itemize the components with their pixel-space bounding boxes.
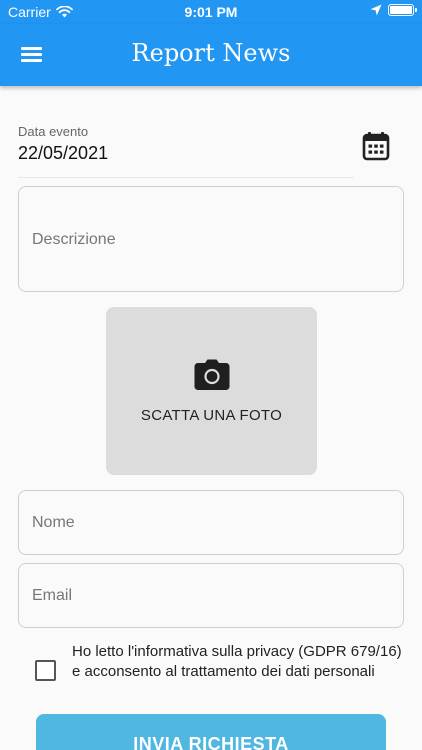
camera-icon [194, 359, 230, 390]
event-date-label: Data evento [18, 124, 89, 139]
take-photo-label: SCATTA UNA FOTO [140, 407, 283, 424]
email-input[interactable] [32, 586, 390, 605]
event-date-field[interactable]: Data evento 22/05/2021 [18, 124, 354, 178]
calendar-icon[interactable] [362, 131, 390, 161]
status-icons [370, 4, 417, 16]
take-photo-button[interactable]: SCATTA UNA FOTO [106, 307, 317, 475]
submit-request-button[interactable]: INVIA RICHIESTA [36, 714, 386, 750]
privacy-consent-text: Ho letto l'informativa sulla privacy (GD… [72, 643, 402, 680]
location-arrow-icon [370, 4, 382, 16]
battery-icon [388, 4, 417, 16]
app-bar: Report News [0, 24, 422, 86]
name-field[interactable] [18, 490, 404, 555]
event-date-value: 22/05/2021 [18, 143, 109, 163]
description-field[interactable] [18, 186, 404, 292]
email-field[interactable] [18, 563, 404, 628]
status-bar: Carrier 9:01 PM [0, 0, 422, 24]
description-input[interactable] [32, 231, 390, 271]
privacy-consent-checkbox[interactable] [35, 660, 56, 681]
clock: 9:01 PM [184, 4, 238, 20]
app-title: Report News [131, 39, 291, 67]
name-input[interactable] [32, 513, 390, 532]
